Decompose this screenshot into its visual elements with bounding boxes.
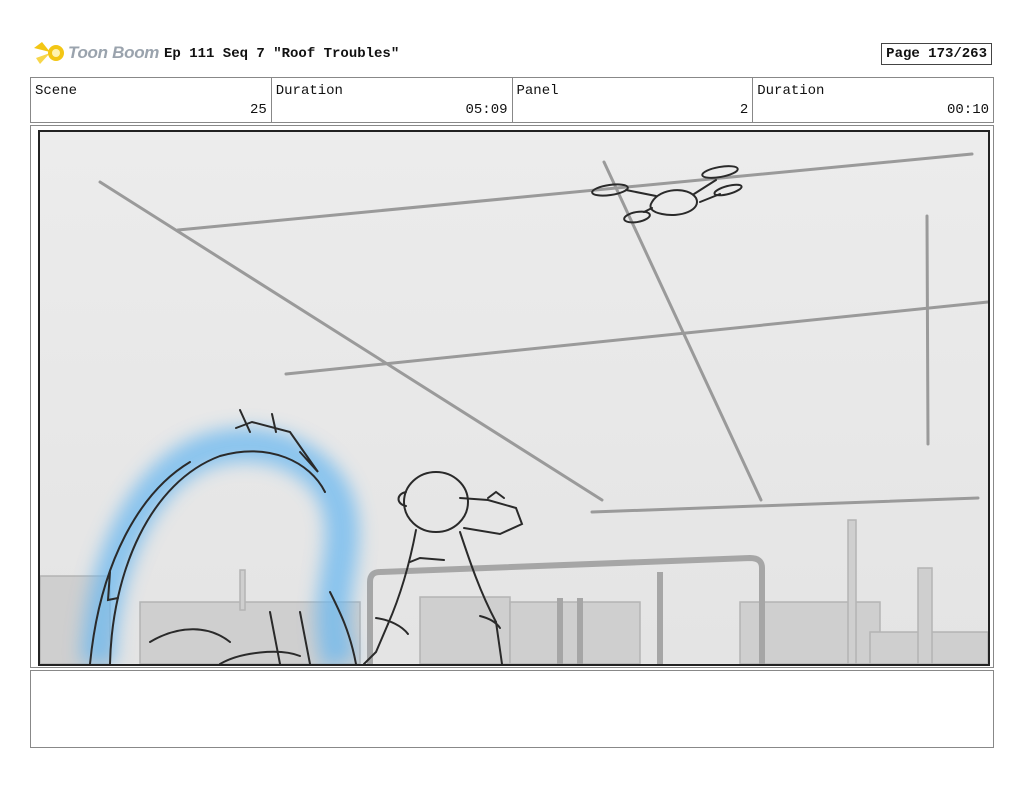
logo-wordmark: Toon Boom xyxy=(68,43,160,62)
panel-duration-cell: Duration 00:10 xyxy=(753,78,993,122)
panel-duration-value: 00:10 xyxy=(946,102,989,118)
scene-value: 25 xyxy=(249,102,267,118)
panel-duration-label: Duration xyxy=(757,83,825,99)
panel-notes-box xyxy=(30,670,994,748)
toon-boom-logo: Toon Boom xyxy=(32,38,162,68)
storyboard-panel-frame xyxy=(30,125,994,668)
storyboard-panel-image xyxy=(38,130,990,666)
scene-duration-cell: Duration 05:09 xyxy=(272,78,513,122)
page-header: Toon Boom Ep 111 Seq 7 "Roof Troubles" P… xyxy=(30,36,994,70)
toon-boom-star-icon xyxy=(34,42,64,64)
scene-info-row: Scene 25 Duration 05:09 Panel 2 Duration… xyxy=(30,77,994,123)
panel-cell: Panel 2 xyxy=(513,78,754,122)
scene-duration-label: Duration xyxy=(275,83,343,99)
panel-label: Panel xyxy=(516,83,559,99)
scene-cell: Scene 25 xyxy=(31,78,272,122)
scene-label: Scene xyxy=(35,83,78,99)
panel-value: 2 xyxy=(739,102,749,118)
page-number: Page 173/263 xyxy=(881,43,992,65)
storyboard-sketch xyxy=(40,132,988,664)
scene-duration-value: 05:09 xyxy=(465,102,508,118)
page-title: Ep 111 Seq 7 "Roof Troubles" xyxy=(164,46,400,62)
